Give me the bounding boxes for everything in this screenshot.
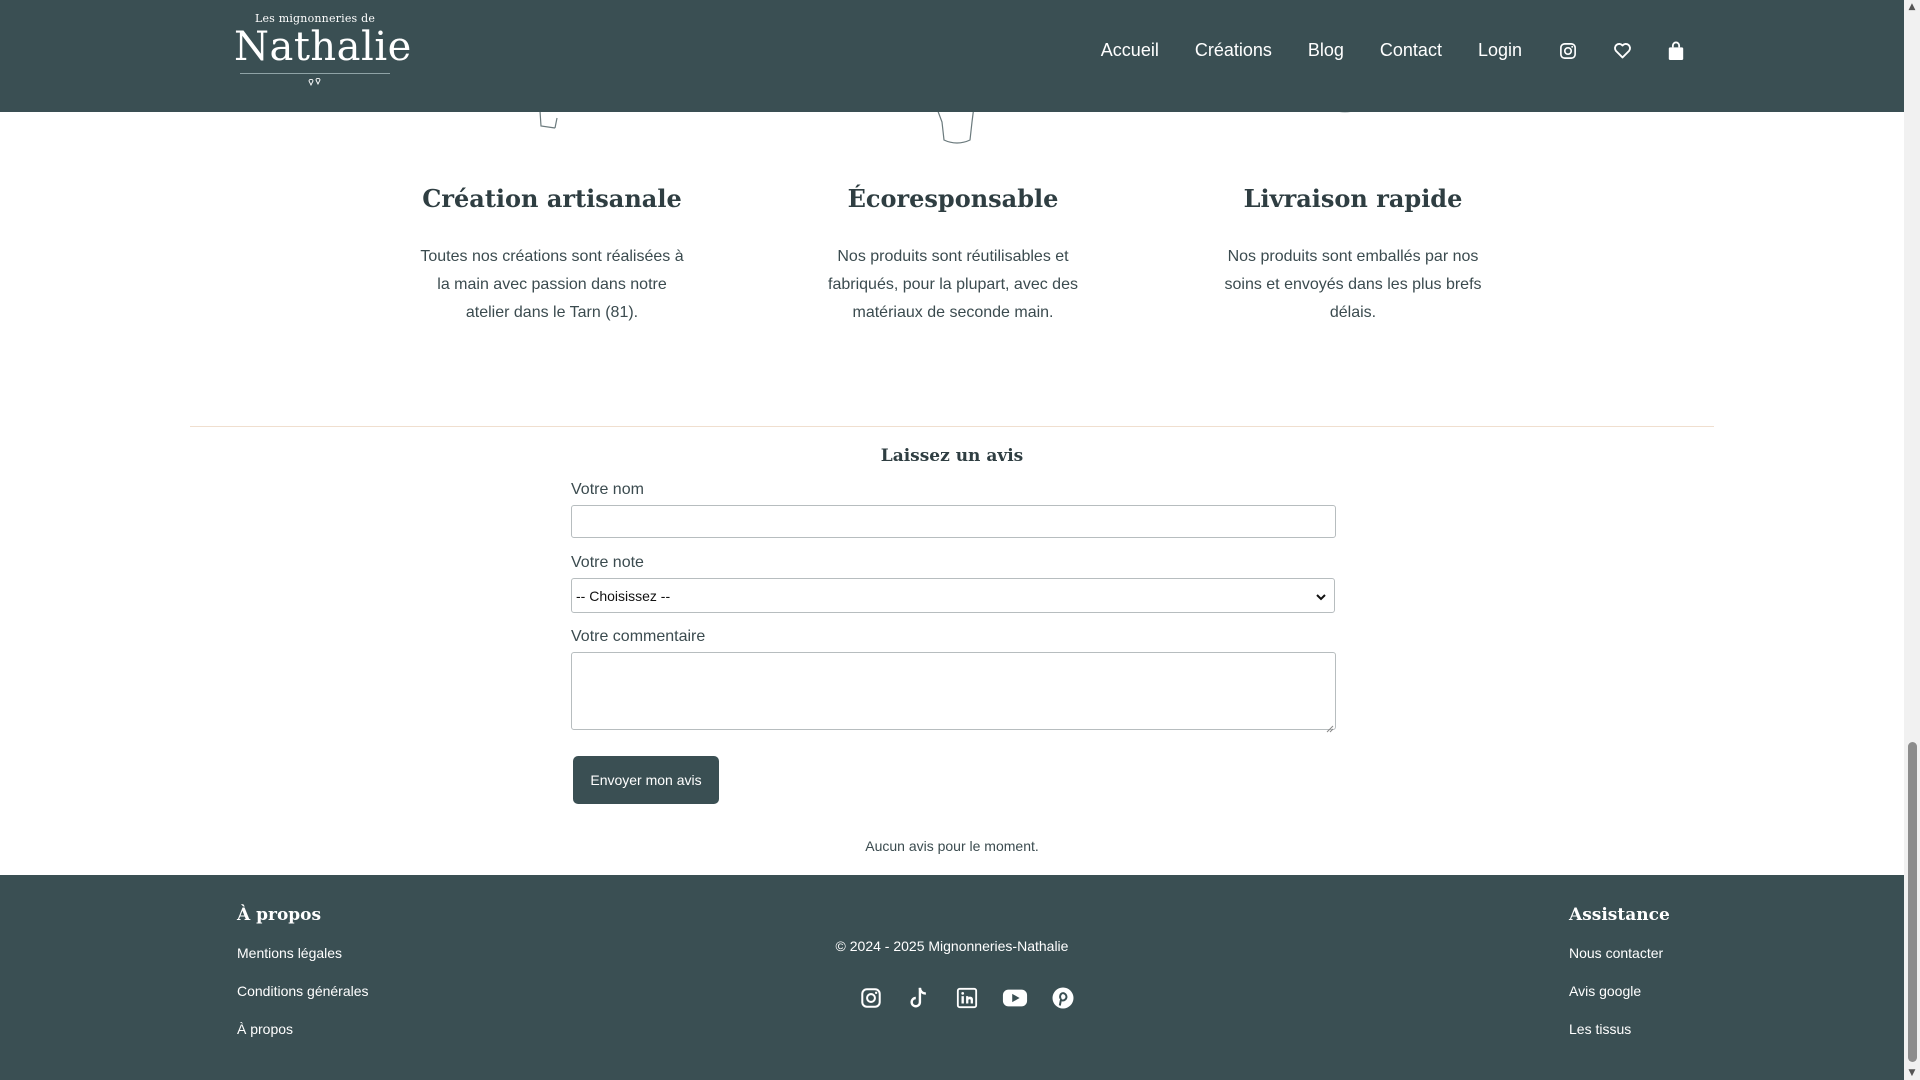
footer-link-contact[interactable]: Nous contacter — [1569, 945, 1670, 961]
scroll-up-icon[interactable]: ▲ — [1907, 2, 1917, 12]
review-form-title: Laissez un avis — [880, 446, 1024, 466]
feature-title: Livraison rapide — [1243, 184, 1463, 213]
rating-select[interactable]: -- Choisissez -- — [571, 578, 1335, 613]
footer-link-about[interactable]: À propos — [237, 1021, 369, 1037]
footer-assistance-heading: Assistance — [1569, 905, 1670, 925]
feature-artisanal: Création artisanale Toutes nos créations… — [392, 184, 712, 327]
nav-blog[interactable]: Blog — [1308, 40, 1344, 61]
feature-eco: Écoresponsable Nos produits sont réutili… — [793, 184, 1113, 327]
page-scrollbar[interactable]: ▲ ▼ — [1904, 0, 1920, 1080]
no-reviews-message: Aucun avis pour le moment. — [865, 838, 1039, 854]
logo-hearts-icon — [234, 75, 396, 89]
rating-label: Votre note — [571, 554, 644, 571]
submit-review-button[interactable]: Envoyer mon avis — [573, 756, 719, 804]
pinterest-icon[interactable] — [1050, 985, 1076, 1011]
feature-title: Création artisanale — [422, 184, 682, 213]
review-form: Votre nom Votre note -- Choisissez -- Vo… — [571, 481, 1336, 730]
logo-divider — [240, 73, 390, 74]
instagram-icon[interactable] — [1558, 41, 1578, 61]
feature-text: Nos produits sont réutilisables et fabri… — [828, 248, 1078, 321]
site-logo[interactable]: Les mignonneries de Nathalie — [234, 12, 412, 89]
site-footer: À propos Mentions légales Conditions gén… — [0, 875, 1904, 1080]
rating-select-value: -- Choisissez -- — [576, 587, 671, 604]
resize-grip-icon[interactable] — [1326, 725, 1334, 733]
nav-icon-group — [1558, 41, 1686, 61]
main-nav: Accueil Créations Blog Contact Login — [1101, 40, 1686, 61]
logo-name: Nathalie — [234, 24, 412, 70]
scroll-down-icon[interactable]: ▼ — [1907, 1068, 1917, 1078]
feature-title: Écoresponsable — [847, 184, 1059, 213]
chevron-down-icon — [1316, 588, 1326, 604]
heart-icon[interactable] — [1612, 41, 1632, 61]
feature-text: Nos produits sont emballés par nos soins… — [1224, 248, 1482, 321]
instagram-icon[interactable] — [858, 985, 884, 1011]
nav-login[interactable]: Login — [1478, 40, 1522, 61]
comment-textarea[interactable] — [571, 652, 1336, 730]
scrollbar-thumb[interactable] — [1908, 742, 1917, 1062]
shopping-bag-icon[interactable] — [1666, 41, 1686, 61]
footer-link-conditions[interactable]: Conditions générales — [237, 983, 369, 999]
feature-delivery: Livraison rapide Nos produits sont embal… — [1193, 184, 1513, 327]
nav-contact[interactable]: Contact — [1380, 40, 1442, 61]
site-header: Les mignonneries de Nathalie Accueil Cré… — [0, 0, 1904, 112]
nav-creations[interactable]: Créations — [1195, 40, 1272, 61]
social-links — [858, 985, 1076, 1011]
footer-link-google-reviews[interactable]: Avis google — [1569, 983, 1670, 999]
footer-about-column: À propos Mentions légales Conditions gén… — [237, 905, 369, 1059]
comment-label: Votre commentaire — [571, 628, 706, 645]
youtube-icon[interactable] — [1002, 985, 1028, 1011]
name-input[interactable] — [571, 505, 1336, 538]
footer-link-fabrics[interactable]: Les tissus — [1569, 1021, 1670, 1037]
tiktok-icon[interactable] — [906, 985, 932, 1011]
nav-accueil[interactable]: Accueil — [1101, 40, 1159, 61]
feature-text: Toutes nos créations sont réalisées à la… — [420, 248, 684, 321]
section-divider — [190, 426, 1714, 427]
name-label: Votre nom — [571, 481, 644, 498]
footer-assistance-column: Assistance Nous contacter Avis google Le… — [1569, 905, 1670, 1059]
footer-about-heading: À propos — [237, 905, 322, 925]
linkedin-icon[interactable] — [954, 985, 980, 1011]
